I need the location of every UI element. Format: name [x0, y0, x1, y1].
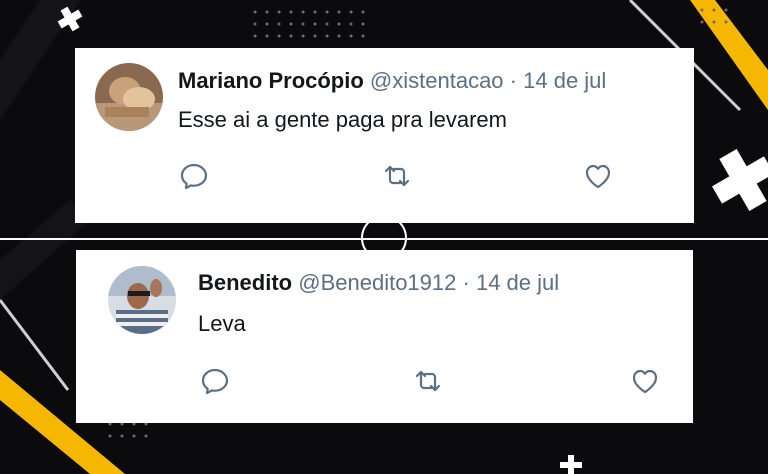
reply-icon[interactable]: [177, 159, 211, 193]
like-heart-icon[interactable]: [581, 159, 615, 193]
author-handle[interactable]: @xistentacao: [370, 68, 504, 93]
separator-dot: ·: [462, 270, 470, 295]
tweet-text: Leva: [198, 311, 246, 336]
reply-icon[interactable]: [198, 364, 232, 398]
tweet-text: Esse ai a gente paga pra levarem: [178, 107, 507, 132]
tweet-card[interactable]: Mariano Procópio @xistentacao · 14 de ju…: [75, 48, 694, 223]
tweet-header: Benedito @Benedito1912 · 14 de jul: [198, 270, 559, 296]
author-name[interactable]: Benedito: [198, 270, 292, 295]
author-name[interactable]: Mariano Procópio: [178, 68, 364, 93]
person-avatar-icon[interactable]: [108, 266, 176, 334]
tweet-header: Mariano Procópio @xistentacao · 14 de ju…: [178, 68, 606, 94]
separator-dot: ·: [509, 68, 517, 93]
author-handle[interactable]: @Benedito1912: [298, 270, 456, 295]
retweet-icon[interactable]: [380, 159, 414, 193]
tweet-date[interactable]: 14 de jul: [476, 270, 559, 295]
like-heart-icon[interactable]: [628, 364, 662, 398]
tweet-card[interactable]: Benedito @Benedito1912 · 14 de jul Leva: [76, 250, 693, 423]
divider-line: [0, 238, 768, 240]
retweet-icon[interactable]: [411, 364, 445, 398]
person-avatar-icon[interactable]: [95, 63, 163, 131]
tweet-date[interactable]: 14 de jul: [523, 68, 606, 93]
